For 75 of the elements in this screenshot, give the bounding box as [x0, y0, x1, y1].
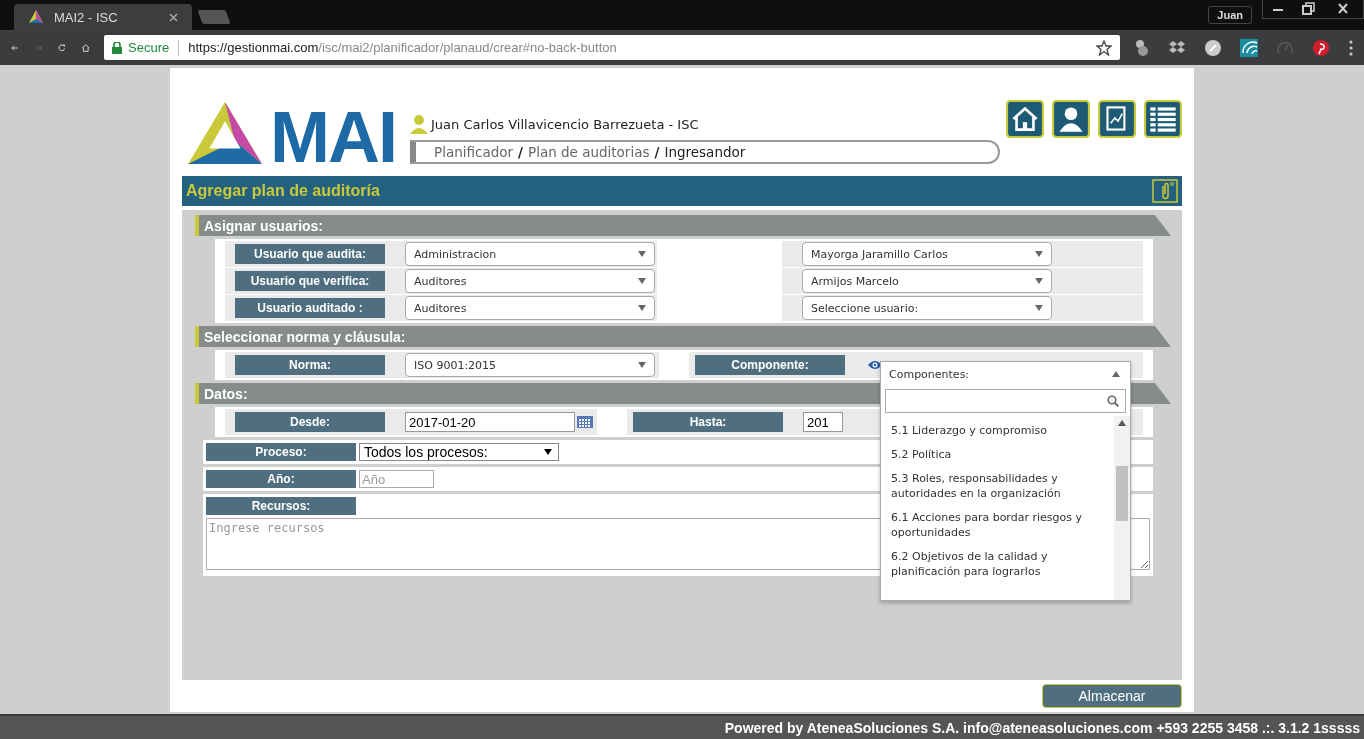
search-field[interactable] — [885, 389, 1126, 413]
caret-icon — [1035, 278, 1043, 284]
field-label: Desde: — [235, 412, 385, 432]
year-field[interactable]: Año — [359, 470, 434, 488]
scroll-thumb[interactable] — [1116, 466, 1128, 521]
user-select[interactable]: Mayorga Jaramillo Carlos — [802, 242, 1052, 266]
report-icon[interactable] — [1098, 100, 1136, 138]
box-icon[interactable] — [1168, 39, 1186, 56]
pin-icon[interactable] — [1312, 38, 1330, 57]
field-label: Usuario auditado : — [235, 298, 385, 318]
field-label: Proceso: — [206, 443, 356, 461]
address-bar[interactable]: Secure https://gestionmai.com/isc/mai2/planificador/planaud/crear#no-back-button — [104, 35, 1120, 60]
paperclip-icon[interactable] — [1152, 179, 1178, 203]
tab-title: MAI2 - ISC — [54, 9, 119, 25]
caret-icon — [544, 449, 552, 455]
breadcrumb-separator: / — [518, 144, 523, 160]
component-select[interactable]: Componentes: — [881, 362, 1130, 386]
list-icon[interactable] — [1144, 100, 1182, 138]
extension-icon[interactable] — [1134, 38, 1150, 57]
field-label: Año: — [206, 470, 356, 488]
compass-icon[interactable] — [1204, 38, 1222, 57]
menu-icon[interactable] — [1348, 38, 1354, 57]
breadcrumb-item[interactable]: Planificador — [434, 144, 514, 160]
url-text: https://gestionmai.com/isc/mai2/planificador/planaud/crear#no-back-button — [188, 40, 617, 55]
caret-icon — [638, 278, 646, 284]
field-label: Recursos: — [206, 497, 356, 515]
section-title: Datos: — [204, 385, 248, 402]
norm-select[interactable]: ISO 9001:2015 — [405, 353, 655, 377]
field-label: Norma: — [235, 355, 385, 375]
calendar-icon[interactable] — [577, 416, 593, 428]
group-select[interactable]: Auditores — [405, 296, 655, 320]
caret-icon — [638, 305, 646, 311]
caret-icon — [1112, 371, 1120, 377]
home-icon[interactable] — [1006, 100, 1044, 138]
caret-icon — [1035, 305, 1043, 311]
breadcrumb-item: Ingresandor — [664, 144, 746, 160]
dropdown-option[interactable]: 5.3 Roles, responsabilidades y autoridades en la organización — [891, 468, 1108, 507]
wave-icon[interactable] — [1240, 38, 1258, 57]
search-icon — [1107, 395, 1119, 407]
profile-button[interactable]: Juan — [1208, 6, 1252, 24]
section-title: Asignar usuarios: — [204, 217, 324, 234]
process-select[interactable]: Todos los procesos: — [359, 443, 559, 461]
user-name: Juan Carlos Villavicencio Barrezueta - ISC — [431, 116, 699, 132]
dropdown-option[interactable]: 5.1 Liderazgo y compromiso — [891, 420, 1108, 444]
field-label: Componente: — [695, 355, 845, 375]
field-label: Usuario que audita: — [235, 244, 385, 264]
triangle-logo-icon — [28, 9, 44, 25]
user-select[interactable]: Seleccione usuario: — [802, 296, 1052, 320]
page-title: Agregar plan de auditoría — [186, 182, 380, 200]
scrollbar[interactable] — [1114, 416, 1130, 600]
user-icon — [410, 114, 428, 134]
secure-label: Secure — [128, 40, 170, 55]
group-select[interactable]: Auditores — [405, 269, 655, 293]
browser-tab[interactable]: MAI2 - ISC — [14, 4, 192, 30]
breadcrumb-item[interactable]: Plan de auditorias — [528, 144, 650, 160]
section-title: Seleccionar norma y cláusula: — [204, 328, 406, 345]
field-label: Usuario que verifica: — [235, 271, 385, 291]
caret-icon — [1035, 251, 1043, 257]
group-select[interactable]: Administracion — [405, 242, 655, 266]
date-field[interactable]: 2017-01-20 — [405, 412, 575, 432]
star-icon[interactable] — [1096, 39, 1112, 56]
caret-icon — [638, 362, 646, 368]
new-tab-button[interactable] — [197, 10, 231, 24]
date-field[interactable]: 201 — [803, 412, 843, 432]
scroll-up-icon[interactable] — [1118, 420, 1126, 426]
breadcrumb-separator: / — [654, 144, 660, 160]
save-button[interactable]: Almacenar — [1042, 684, 1182, 708]
user-select[interactable]: Armijos Marcelo — [802, 269, 1052, 293]
footer-text: Powered by AteneaSoluciones S.A. info@ateneasoluciones.com +593 2255 3458 .:. 3.1.2 1sssss — [724, 719, 1360, 736]
person-icon[interactable] — [1052, 100, 1090, 138]
lock-icon — [112, 41, 122, 54]
mai-logo: MAI — [182, 100, 396, 168]
caret-icon — [638, 251, 646, 257]
field-label: Hasta: — [633, 412, 783, 432]
dropdown-option[interactable]: 5.2 Política — [891, 444, 1108, 468]
